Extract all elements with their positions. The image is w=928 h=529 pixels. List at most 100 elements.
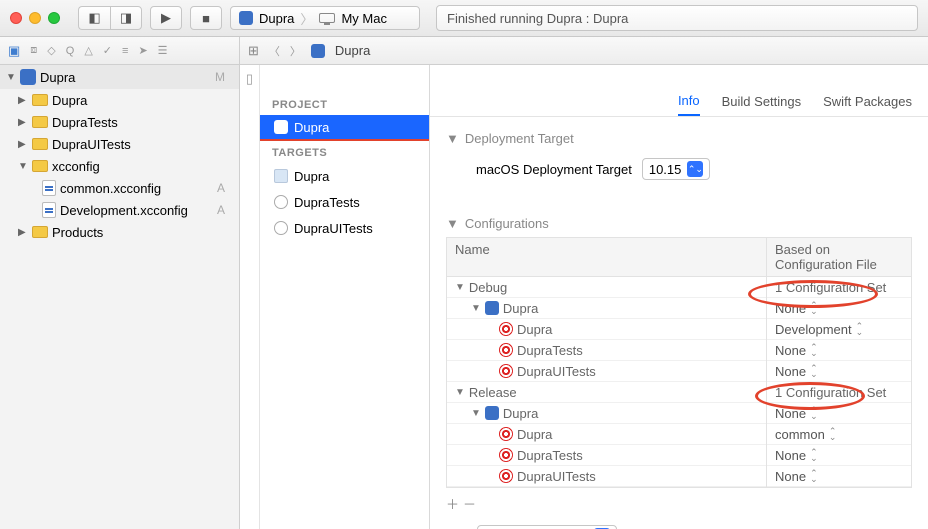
disclosure-icon[interactable]: ▼ [446, 131, 459, 146]
issue-nav-icon[interactable]: △ [84, 44, 92, 57]
folder-duprauitests[interactable]: ▶ DupraUITests [0, 133, 239, 155]
target-dupratests[interactable]: DupraTests [260, 189, 429, 215]
left-panel-toggle-icon[interactable]: ◧ [78, 6, 110, 30]
config-group-debug[interactable]: ▼Debug 1 Configuration Set [447, 277, 911, 298]
folder-label: xcconfig [52, 159, 100, 174]
symbol-nav-icon[interactable]: ◇ [47, 44, 55, 57]
source-nav-icon[interactable]: ⧈ [30, 44, 37, 57]
row-name: Dupra [517, 427, 552, 442]
config-file-select[interactable]: None⌃⌄ [775, 364, 818, 379]
related-items-icon[interactable]: ⊞ [248, 43, 259, 59]
project-root[interactable]: ▼ Dupra M [0, 65, 239, 89]
target-icon [499, 322, 513, 336]
breakpoint-nav-icon[interactable]: ➤ [138, 44, 147, 57]
folder-products[interactable]: ▶ Products [0, 221, 239, 243]
row-name: Dupra [503, 406, 538, 421]
config-file-select[interactable]: None⌃⌄ [775, 343, 818, 358]
config-project-row[interactable]: ▼Dupra None⌃⌄ [447, 403, 911, 424]
disclosure-icon[interactable]: ▶ [18, 95, 28, 106]
tab-build-settings[interactable]: Build Settings [722, 94, 802, 115]
folder-dupra[interactable]: ▶ Dupra [0, 89, 239, 111]
deployment-target-section: ▼Deployment Target macOS Deployment Targ… [430, 117, 928, 202]
folder-label: DupraUITests [52, 137, 131, 152]
target-label: DupraTests [294, 195, 360, 210]
target-duprauitests[interactable]: DupraUITests [260, 215, 429, 241]
scheme-target: Dupra [259, 11, 294, 26]
config-target-row[interactable]: Dupra common⌃⌄ [447, 424, 911, 445]
file-label: Development.xcconfig [60, 203, 188, 218]
report-nav-icon[interactable]: ☰ [158, 44, 168, 57]
folder-xcconfig[interactable]: ▼ xcconfig [0, 155, 239, 177]
config-target-row[interactable]: DupraUITests None⌃⌄ [447, 466, 911, 487]
folder-dupratests[interactable]: ▶ DupraTests [0, 111, 239, 133]
file-development-xcconfig[interactable]: Development.xcconfig A [0, 199, 239, 221]
test-nav-icon[interactable]: ✓ [103, 44, 112, 57]
disclosure-icon[interactable]: ▶ [18, 227, 28, 238]
scheme-selector[interactable]: Dupra 〉 My Mac [230, 6, 420, 30]
disclosure-icon[interactable]: ▶ [18, 117, 28, 128]
target-icon [499, 448, 513, 462]
back-button[interactable]: 〈 [269, 43, 280, 59]
run-button[interactable]: ▶ [150, 6, 182, 30]
config-target-row[interactable]: DupraUITests None⌃⌄ [447, 361, 911, 382]
config-group-release[interactable]: ▼Release 1 Configuration Set [447, 382, 911, 403]
config-file-select[interactable]: None⌃⌄ [775, 301, 818, 316]
panel-toggle-group: ◧ ◨ [78, 6, 142, 30]
scm-badge: A [217, 181, 233, 195]
debug-nav-icon[interactable]: ≡ [122, 45, 128, 57]
config-file-select[interactable]: None⌃⌄ [775, 406, 818, 421]
minimize-icon[interactable] [29, 12, 41, 24]
breadcrumb-project[interactable]: Dupra [335, 43, 370, 58]
zoom-icon[interactable] [48, 12, 60, 24]
config-name: Release [469, 385, 517, 400]
config-target-row[interactable]: DupraTests None⌃⌄ [447, 340, 911, 361]
row-name: DupraUITests [517, 364, 596, 379]
target-dupra[interactable]: Dupra [260, 163, 429, 189]
disclosure-icon[interactable]: ▶ [18, 139, 28, 150]
remove-config-button[interactable]: － [463, 494, 476, 513]
config-project-row[interactable]: ▼Dupra None⌃⌄ [447, 298, 911, 319]
project-label: Dupra [294, 120, 329, 135]
target-label: DupraUITests [294, 221, 373, 236]
add-remove-config: ＋ － [446, 488, 912, 519]
col-based-on: Based on Configuration File [767, 238, 911, 276]
config-file-select[interactable]: Development⌃⌄ [775, 322, 863, 337]
folder-icon [32, 138, 48, 150]
disclosure-icon[interactable]: ▼ [18, 161, 28, 172]
project-item-dupra[interactable]: Dupra [260, 115, 429, 141]
config-target-row[interactable]: Dupra Development⌃⌄ [447, 319, 911, 340]
use-config-select[interactable]: Release ⌃⌄ [477, 525, 617, 529]
folder-label: Products [52, 225, 103, 240]
tab-swift-packages[interactable]: Swift Packages [823, 94, 912, 115]
chevron-right-icon: 〉 [300, 9, 313, 28]
add-config-button[interactable]: ＋ [446, 494, 459, 513]
project-icon [485, 301, 499, 315]
config-target-row[interactable]: DupraTests None⌃⌄ [447, 445, 911, 466]
stop-button[interactable]: ■ [190, 6, 222, 30]
select-caret-icon: ⌃⌄ [687, 161, 703, 177]
row-name: DupraUITests [517, 469, 596, 484]
deployment-target-select[interactable]: 10.15 ⌃⌄ [642, 158, 711, 180]
scm-badge: M [215, 70, 233, 84]
scm-badge: A [217, 203, 233, 217]
scheme-device: My Mac [341, 11, 387, 26]
target-icon [499, 469, 513, 483]
targets-header: TARGETS [260, 141, 429, 163]
find-nav-icon[interactable]: Q [66, 45, 75, 57]
folder-nav-icon[interactable]: ▣ [8, 43, 20, 59]
config-file-select[interactable]: None⌃⌄ [775, 448, 818, 463]
right-panel-toggle-icon[interactable]: ◨ [110, 6, 142, 30]
folder-icon [32, 116, 48, 128]
window-controls [10, 12, 60, 24]
close-icon[interactable] [10, 12, 22, 24]
file-common-xcconfig[interactable]: common.xcconfig A [0, 177, 239, 199]
disclosure-icon[interactable]: ▼ [446, 216, 459, 231]
config-file-select[interactable]: common⌃⌄ [775, 427, 836, 442]
project-icon [274, 120, 288, 134]
disclosure-icon[interactable]: ▼ [6, 72, 16, 83]
config-file-select[interactable]: None⌃⌄ [775, 469, 818, 484]
forward-button[interactable]: 〉 [290, 43, 301, 59]
sidebar-toggle-icon[interactable]: ▯ [246, 71, 253, 529]
select-value: 10.15 [649, 162, 682, 177]
tab-info[interactable]: Info [678, 93, 700, 116]
